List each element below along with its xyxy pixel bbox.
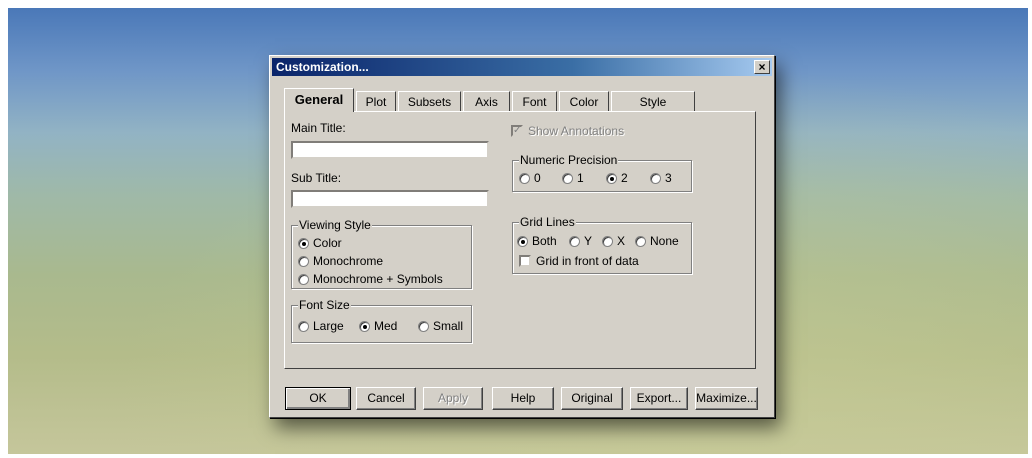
precision-1-option[interactable]: 1 [562, 171, 584, 185]
numeric-precision-group: Numeric Precision 0 1 2 3 [512, 153, 692, 192]
main-title-label: Main Title: [291, 121, 346, 135]
radio-button[interactable] [418, 320, 429, 332]
sub-title-label: Sub Title: [291, 171, 342, 185]
font-size-label: Font Size [298, 298, 351, 312]
viewing-style-monochrome-symbols-option[interactable]: Monochrome + Symbols [298, 272, 443, 286]
option-label: 3 [665, 171, 672, 185]
ok-button[interactable]: OK [285, 387, 351, 410]
numeric-precision-label: Numeric Precision [519, 153, 619, 167]
option-label: X [617, 234, 626, 248]
option-label: Monochrome [313, 254, 384, 268]
show-annotations-label: Show Annotations [528, 124, 625, 138]
option-label: None [650, 234, 679, 248]
radio-button[interactable] [635, 235, 646, 247]
tab-subsets[interactable]: Subsets [398, 91, 461, 111]
option-label: 2 [621, 171, 628, 185]
grid-lines-group: Grid Lines Both Y X None Grid in front o… [512, 215, 692, 274]
radio-button[interactable] [562, 172, 573, 184]
tab-axis[interactable]: Axis [463, 91, 510, 111]
show-annotations-checkbox-row[interactable]: ✓ Show Annotations [511, 124, 624, 138]
general-tab-panel: Main Title: Sub Title: Viewing Style Col… [284, 111, 756, 369]
grid-y-option[interactable]: Y [569, 234, 592, 248]
radio-button[interactable] [298, 273, 309, 285]
option-label: Both [532, 234, 557, 248]
maximize-button[interactable]: Maximize... [695, 387, 758, 410]
option-label: 1 [577, 171, 584, 185]
font-size-med-option[interactable]: Med [359, 319, 397, 333]
option-label: Y [584, 234, 593, 248]
radio-button[interactable] [298, 255, 309, 267]
radio-button[interactable] [650, 172, 661, 184]
font-size-large-option[interactable]: Large [298, 319, 344, 333]
precision-2-option[interactable]: 2 [606, 171, 628, 185]
close-button[interactable]: × [754, 60, 770, 74]
radio-button[interactable] [606, 172, 617, 184]
sub-title-input[interactable] [291, 190, 489, 208]
window-title: Customization... [276, 60, 369, 74]
original-button[interactable]: Original [561, 387, 623, 410]
viewing-style-group: Viewing Style Color Monochrome Monochrom… [291, 218, 472, 289]
viewing-style-color-option[interactable]: Color [298, 236, 342, 250]
radio-button[interactable] [359, 320, 370, 332]
grid-lines-label: Grid Lines [519, 215, 576, 229]
font-size-group: Font Size Large Med Small [291, 298, 472, 343]
show-annotations-checkbox[interactable]: ✓ [511, 125, 523, 137]
grid-in-front-row[interactable]: Grid in front of data [519, 254, 639, 268]
grid-both-option[interactable]: Both [517, 234, 557, 248]
viewing-style-label: Viewing Style [298, 218, 372, 232]
grid-x-option[interactable]: X [602, 234, 625, 248]
customization-dialog: Customization... × General Plot Subsets … [269, 55, 775, 418]
option-label: Color [313, 236, 342, 250]
tab-font[interactable]: Font [512, 91, 557, 111]
option-label: Monochrome + Symbols [313, 272, 443, 286]
cancel-button[interactable]: Cancel [356, 387, 416, 410]
radio-button[interactable] [519, 172, 530, 184]
option-label: Large [313, 319, 344, 333]
title-bar[interactable]: Customization... × [272, 58, 772, 76]
grid-in-front-label: Grid in front of data [536, 254, 639, 268]
option-label: 0 [534, 171, 541, 185]
option-label: Small [433, 319, 464, 333]
precision-3-option[interactable]: 3 [650, 171, 672, 185]
tab-plot[interactable]: Plot [356, 91, 396, 111]
viewing-style-monochrome-option[interactable]: Monochrome [298, 254, 383, 268]
export-button[interactable]: Export... [630, 387, 688, 410]
radio-button[interactable] [298, 320, 309, 332]
main-title-input[interactable] [291, 141, 489, 159]
precision-0-option[interactable]: 0 [519, 171, 541, 185]
grid-in-front-checkbox[interactable] [519, 255, 531, 267]
apply-button[interactable]: Apply [423, 387, 483, 410]
radio-button[interactable] [602, 235, 613, 247]
grid-none-option[interactable]: None [635, 234, 679, 248]
tab-color[interactable]: Color [559, 91, 609, 111]
radio-button[interactable] [517, 235, 528, 247]
tab-style[interactable]: Style [611, 91, 695, 111]
tab-general[interactable]: General [284, 88, 354, 112]
help-button[interactable]: Help [492, 387, 554, 410]
radio-button[interactable] [569, 235, 580, 247]
font-size-small-option[interactable]: Small [418, 319, 463, 333]
radio-button[interactable] [298, 237, 309, 249]
option-label: Med [374, 319, 398, 333]
close-icon: × [758, 60, 766, 74]
